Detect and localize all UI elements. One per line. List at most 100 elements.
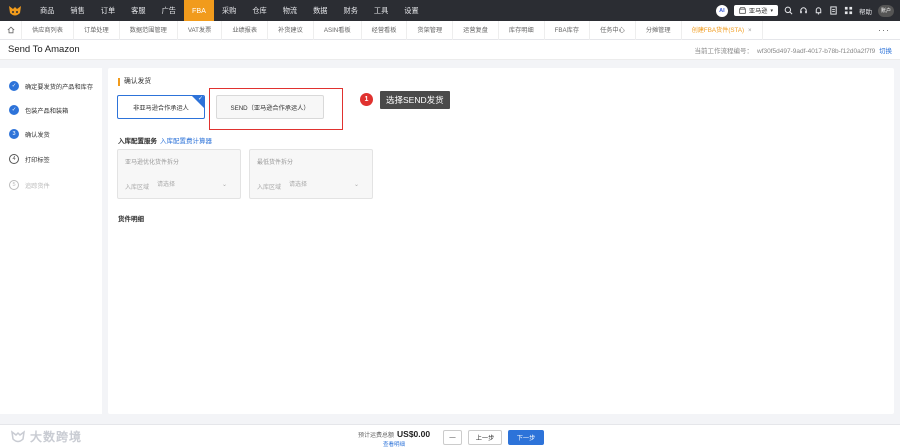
document-icon[interactable]: [829, 6, 838, 15]
step-label: 确认发货: [25, 131, 50, 139]
headset-icon[interactable]: [799, 6, 808, 15]
tab-label: ASIN看板: [323, 26, 351, 34]
chevron-down-icon: ▾: [770, 7, 773, 14]
svc-optimized-region-label: 入库区域: [125, 185, 150, 191]
fee-details-link[interactable]: 查看明细: [358, 440, 430, 448]
main-menu: 商品 销售 订单 客服 广告 FBA 采购 仓库 物流 数据 财务 工具 设置: [32, 0, 427, 21]
brand-logo-icon[interactable]: [8, 4, 22, 18]
store-selector[interactable]: 亚马逊 ▾: [733, 5, 778, 16]
tab-item[interactable]: 补货建议: [268, 20, 314, 40]
tab-item[interactable]: 任务中心: [590, 20, 636, 40]
check-circle-icon: ✓: [9, 81, 19, 91]
close-icon[interactable]: ×: [748, 27, 752, 34]
tab-item[interactable]: 数据范围管理: [120, 20, 178, 40]
inbound-fee-calculator-link[interactable]: 入库配置费计算器: [160, 138, 212, 145]
grid-apps-icon[interactable]: [844, 6, 853, 15]
callout-tooltip: 选择SEND发货: [380, 91, 450, 109]
account-avatar[interactable]: 账户: [878, 4, 894, 17]
fee-line: 预计运费总额 US$0.00: [358, 429, 430, 439]
store-icon: [739, 7, 746, 14]
tab-label: 分摊管理: [645, 26, 671, 34]
inbound-config-label: 入库配置服务 入库配置费计算器: [118, 135, 212, 145]
tab-item[interactable]: 库存明细: [499, 20, 545, 40]
step-item[interactable]: 4 打印标签: [9, 154, 50, 164]
option-send-partnered-carrier[interactable]: SEND（亚马逊合作承运人）: [216, 95, 324, 119]
tab-item[interactable]: ASIN看板: [314, 20, 362, 40]
step-number: 5: [9, 180, 19, 190]
watermark: 大数跨境: [10, 428, 82, 445]
step-item[interactable]: ✓ 包装产品和装箱: [9, 105, 68, 115]
home-tab[interactable]: [0, 20, 22, 40]
tab-label: 数据范围管理: [129, 26, 167, 34]
previous-step-button[interactable]: 上一步: [468, 430, 502, 445]
svc-minimal-title: 最低货件拆分: [257, 160, 294, 166]
workflow-id: 当前工作流程编号： wf30f5d497-9adf-4017-b78b-f12d0…: [695, 45, 893, 55]
nav-item[interactable]: 商品: [32, 0, 62, 21]
shipment-details-label: 货件明细: [118, 216, 144, 223]
option-non-partnered-label: 非亚马逊合作承运人: [133, 104, 189, 112]
svc-minimal-region-select[interactable]: 请选择 ⌄: [285, 179, 363, 191]
more-tabs-icon[interactable]: ···: [878, 21, 890, 40]
chevron-down-icon: ⌄: [221, 182, 227, 188]
nav-item[interactable]: 财务: [336, 0, 366, 21]
nav-item[interactable]: 订单: [93, 0, 123, 21]
tab-label: 运营复盘: [463, 26, 488, 34]
fee-amount: US$0.00: [397, 429, 431, 439]
step-label: 确定要发货的产品和库存: [25, 83, 94, 91]
nav-item[interactable]: 销售: [62, 0, 92, 21]
svc-minimal-placeholder: 请选择: [289, 182, 308, 188]
tab-label: 订单处理: [83, 26, 109, 34]
search-icon[interactable]: [784, 6, 793, 15]
tab-item[interactable]: 创建FBA货件(STA) ×: [682, 20, 763, 40]
next-step-button[interactable]: 下一步: [508, 430, 544, 445]
page-header: Send To Amazon 当前工作流程编号： wf30f5d497-9adf-…: [0, 40, 900, 60]
steps-sidebar: ✓ 确定要发货的产品和库存 ✓ 包装产品和装箱 3 确认发货 4 打印标签 5 追踪货件: [0, 68, 102, 414]
tab-item[interactable]: VAT发票: [178, 20, 223, 40]
nav-item[interactable]: 客服: [123, 0, 153, 21]
step-number: 4: [9, 154, 19, 164]
nav-item[interactable]: 设置: [396, 0, 426, 21]
section-title: 确认发货: [118, 78, 151, 86]
ai-assistant-icon[interactable]: AI: [715, 4, 728, 17]
nav-item[interactable]: 数据: [305, 0, 335, 21]
callout-number-badge: 1: [360, 93, 373, 106]
tab-item[interactable]: 业绩报表: [222, 20, 269, 40]
svc-optimized-title: 亚马逊优化货件拆分: [125, 160, 180, 166]
tab-item[interactable]: 经营看板: [362, 20, 408, 40]
tab-item[interactable]: 运营复盘: [453, 20, 499, 40]
nav-item[interactable]: 采购: [214, 0, 244, 21]
tab-label: 经营看板: [371, 26, 397, 34]
top-navigation: 商品 销售 订单 客服 广告 FBA 采购 仓库 物流 数据 财务 工具 设置 AI 亚马逊 ▾ 帮助 …: [0, 0, 900, 21]
nav-item[interactable]: 物流: [275, 0, 305, 21]
nav-item[interactable]: FBA: [183, 0, 214, 21]
option-non-partnered-carrier[interactable]: 非亚马逊合作承运人 ✓: [117, 95, 205, 119]
svc-minimal-split-card[interactable]: 最低货件拆分 入库区域 请选择 ⌄: [249, 149, 373, 199]
tab-label: 库存明细: [508, 26, 534, 34]
svc-optimized-split-card[interactable]: 亚马逊优化货件拆分 入库区域 请选择 ⌄: [117, 149, 241, 199]
help-link[interactable]: 帮助: [859, 6, 872, 16]
tab-item[interactable]: FBA库存: [545, 20, 591, 40]
switch-workflow-link[interactable]: 切换: [879, 48, 892, 55]
tab-item[interactable]: 订单处理: [74, 20, 120, 40]
svc-optimized-region-select[interactable]: 请选择 ⌄: [153, 179, 231, 191]
tab-item[interactable]: 分摊管理: [636, 20, 682, 40]
nav-item[interactable]: 广告: [154, 0, 184, 21]
tab-item[interactable]: 货架管理: [407, 20, 454, 40]
step-number: 3: [9, 129, 19, 139]
step-item[interactable]: ✓ 确定要发货的产品和库存: [9, 81, 93, 91]
step-item[interactable]: 5 追踪货件: [9, 180, 50, 190]
tab-label: 货架管理: [417, 26, 443, 34]
tab-list: 供应商列表 订单处理 数据范围管理 VAT发票 业绩报表 补货建议 ASIN看板 经营看板 货架…: [22, 20, 763, 40]
collapse-button[interactable]: —: [443, 430, 462, 445]
bell-icon[interactable]: [814, 6, 823, 15]
tab-label: VAT发票: [187, 26, 212, 34]
step-item[interactable]: 3 确认发货: [9, 129, 50, 139]
nav-item[interactable]: 工具: [366, 0, 396, 21]
option-send-label: SEND（亚马逊合作承运人）: [230, 104, 310, 112]
nav-item[interactable]: 仓库: [244, 0, 274, 21]
watermark-logo-icon: [11, 429, 25, 442]
chevron-down-icon: ⌄: [353, 182, 359, 188]
svc-optimized-placeholder: 请选择: [157, 182, 176, 188]
tab-item[interactable]: 供应商列表: [22, 20, 74, 40]
tab-label: 供应商列表: [32, 26, 63, 34]
